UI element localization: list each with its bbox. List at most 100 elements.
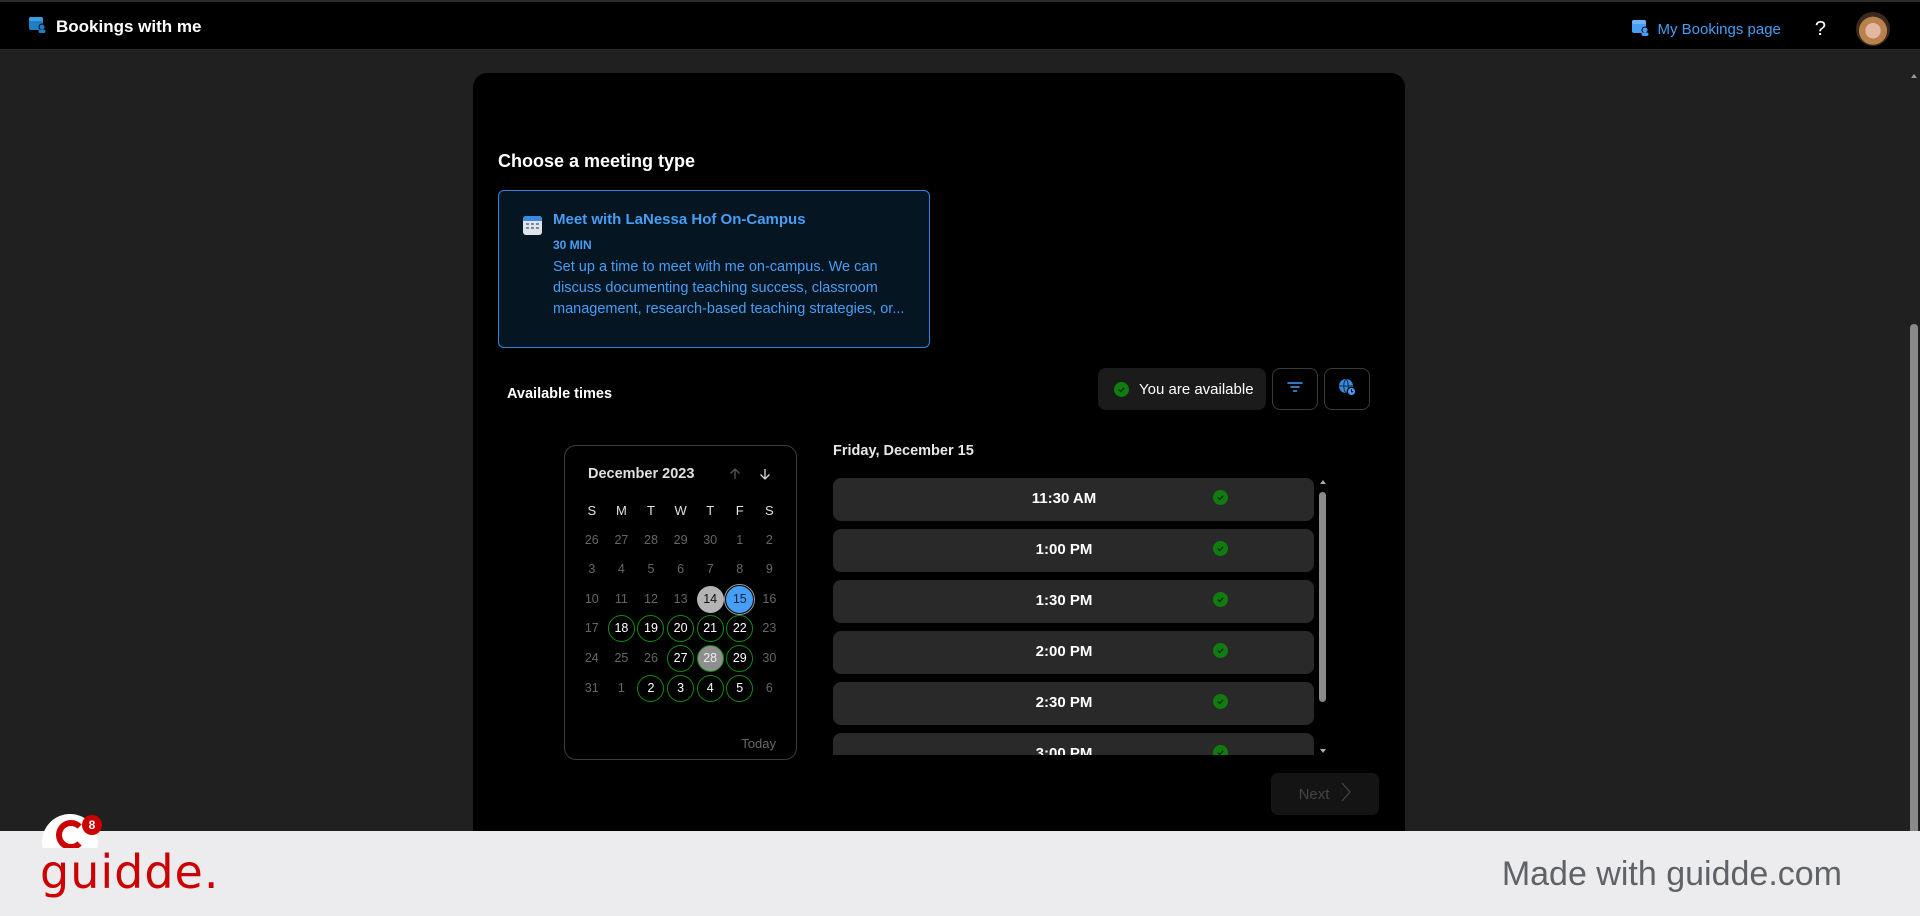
- calendar-day: 9: [765, 562, 773, 577]
- check-circle-icon: [1114, 381, 1129, 397]
- weekday-header: T: [647, 503, 655, 518]
- scroll-down-icon[interactable]: [1320, 749, 1326, 753]
- calendar-day: 12: [644, 591, 658, 606]
- check-circle-icon: [1213, 541, 1228, 556]
- check-circle-icon: [1213, 592, 1228, 607]
- check-circle-icon: [1213, 643, 1228, 658]
- calendar-day[interactable]: 27: [667, 644, 695, 672]
- calendar-day: 5: [647, 562, 655, 577]
- notification-badge: 8: [82, 815, 102, 835]
- calendar-day: 30: [703, 532, 718, 547]
- date-picker: December 2023 S M T W T F S 26 27 28 29 30 1 2 3 4 5 6 7 8 9…: [564, 445, 797, 760]
- calendar-day[interactable]: 20: [667, 615, 695, 643]
- time-slot[interactable]: 2:30 PM: [833, 682, 1314, 725]
- calendar-day: 13: [673, 591, 688, 606]
- next-button[interactable]: Next: [1271, 773, 1379, 815]
- guidde-logo: guidde.: [40, 845, 220, 899]
- timezone-button[interactable]: [1324, 368, 1370, 410]
- bookings-calendar-person-icon: [28, 15, 46, 38]
- calendar-grid: S M T W T F S 26 27 28 29 30 1 2 3 4 5 6 7 8 9 10 11 12 13 14 15 16…: [577, 496, 784, 703]
- booking-panel: Choose a meeting type Meet with LaNessa …: [473, 73, 1405, 853]
- weekday-header: S: [765, 503, 774, 518]
- meeting-duration: 30 MIN: [553, 238, 592, 252]
- calendar-day[interactable]: 5: [726, 674, 754, 702]
- calendar-day: 11: [614, 591, 628, 606]
- calendar-day[interactable]: 28: [696, 644, 724, 672]
- scrollbar-thumb[interactable]: [1319, 492, 1326, 702]
- weekday-header: T: [706, 503, 715, 518]
- made-with-text: Made with guidde.com: [1501, 855, 1842, 893]
- globe-clock-icon: [1337, 377, 1357, 402]
- calendar-day: 17: [584, 621, 599, 636]
- meeting-type-card[interactable]: Meet with LaNessa Hof On-Campus 30 MIN S…: [498, 190, 930, 348]
- calendar-day[interactable]: 29: [726, 644, 754, 672]
- calendar-day: 26: [644, 650, 658, 665]
- weekday-header: S: [587, 503, 597, 518]
- calendar-day: 3: [588, 562, 596, 577]
- arrow-down-icon[interactable]: [755, 464, 775, 484]
- calendar-day[interactable]: 3: [667, 674, 695, 702]
- calendar-day: 27: [614, 532, 629, 547]
- calendar-day: 24: [584, 650, 599, 665]
- calendar-day: 28: [644, 532, 658, 547]
- top-bar: Bookings with me My Bookings page ?: [0, 0, 1920, 50]
- time-slot[interactable]: 11:30 AM: [833, 478, 1314, 521]
- calendar-day[interactable]: 18: [607, 615, 635, 643]
- scroll-up-icon[interactable]: [1911, 74, 1917, 78]
- calendar-day[interactable]: 21: [696, 615, 724, 643]
- calendar-day[interactable]: 2: [637, 674, 665, 702]
- check-circle-icon: [1213, 694, 1228, 709]
- calendar-day: 8: [736, 562, 744, 577]
- user-avatar[interactable]: [1856, 12, 1890, 46]
- chevron-right-icon: [1341, 782, 1352, 806]
- bookings-calendar-person-icon: [1631, 18, 1649, 40]
- availability-status: You are available: [1098, 368, 1266, 410]
- time-slot-list: 11:30 AM 1:00 PM 1:30 PM 2:00 PM 2:30 PM 3:00…: [833, 478, 1315, 755]
- time-slot[interactable]: 1:30 PM: [833, 580, 1314, 623]
- meeting-title: Meet with LaNessa Hof On-Campus: [553, 211, 806, 228]
- time-slot[interactable]: 2:00 PM: [833, 631, 1314, 674]
- app-title: Bookings with me: [56, 16, 202, 36]
- calendar-day: 6: [765, 680, 773, 695]
- check-circle-icon: [1213, 745, 1228, 755]
- calendar-day[interactable]: 19: [637, 615, 665, 643]
- arrow-up-icon[interactable]: [725, 464, 745, 484]
- calendar-day: 6: [677, 562, 685, 577]
- guidde-footer: guidde. Made with guidde.com: [0, 831, 1920, 916]
- available-times-label: Available times: [507, 386, 613, 402]
- filter-icon: [1286, 380, 1304, 399]
- page-scrollbar[interactable]: [1908, 50, 1920, 834]
- app-brand[interactable]: Bookings with me: [28, 15, 201, 38]
- weekday-header: F: [735, 503, 744, 518]
- calendar-month-label: December 2023: [588, 466, 695, 482]
- scrollbar-thumb[interactable]: [1910, 324, 1918, 834]
- calendar-day: 10: [584, 591, 599, 606]
- calendar-icon: [523, 216, 542, 235]
- calendar-day: 23: [762, 621, 777, 636]
- calendar-day[interactable]: 22: [726, 615, 754, 643]
- calendar-day[interactable]: 4: [696, 674, 724, 702]
- calendar-day: 1: [736, 532, 744, 547]
- calendar-day: 29: [673, 532, 688, 547]
- calendar-day-selected[interactable]: 15: [724, 583, 756, 615]
- calendar-day: 2: [765, 532, 773, 547]
- time-slot-scrollbar[interactable]: [1319, 478, 1327, 753]
- time-slot[interactable]: 1:00 PM: [833, 529, 1314, 572]
- meeting-type-heading: Choose a meeting type: [498, 151, 696, 171]
- weekday-header: W: [674, 503, 687, 518]
- calendar-day: 30: [762, 650, 777, 665]
- my-bookings-page-link[interactable]: My Bookings page: [1631, 18, 1781, 40]
- question-mark-icon[interactable]: ?: [1815, 18, 1826, 41]
- calendar-day: 26: [584, 532, 599, 547]
- calendar-day: 25: [614, 650, 629, 665]
- time-slot[interactable]: 3:00 PM: [833, 733, 1314, 755]
- filter-button[interactable]: [1272, 368, 1318, 410]
- meeting-description: Set up a time to meet with me on-campus.…: [553, 259, 905, 317]
- weekday-header: M: [615, 503, 627, 518]
- check-circle-icon: [1213, 490, 1228, 505]
- scroll-up-icon[interactable]: [1320, 480, 1326, 484]
- today-button[interactable]: Today: [741, 736, 776, 751]
- calendar-day: 1: [617, 680, 625, 695]
- calendar-day-today[interactable]: 14: [696, 585, 724, 613]
- my-bookings-label: My Bookings page: [1657, 20, 1781, 38]
